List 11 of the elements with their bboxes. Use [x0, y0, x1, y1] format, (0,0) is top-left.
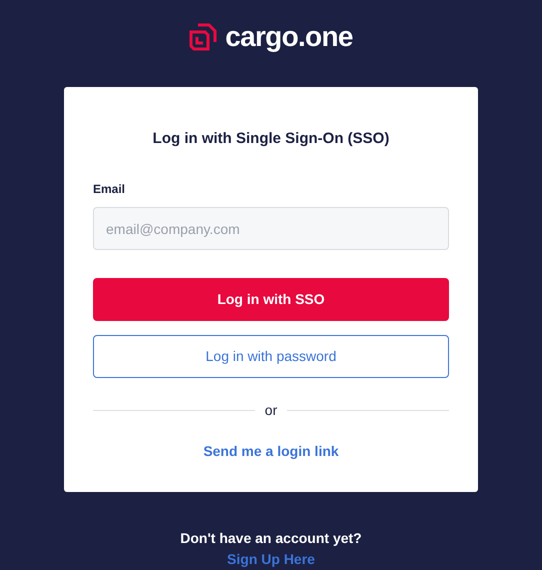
signup-link[interactable]: Sign Up Here — [227, 549, 315, 570]
divider-text: or — [264, 401, 278, 420]
email-label: Email — [93, 181, 126, 198]
card-title: Log in with Single Sign-On (SSO) — [152, 128, 390, 148]
login-link[interactable]: Send me a login link — [203, 441, 339, 462]
logo-text: cargo.one — [225, 22, 353, 51]
password-login-button[interactable]: Log in with password — [93, 335, 449, 378]
email-field[interactable]: email@company.com — [93, 207, 449, 250]
logo-icon — [189, 22, 218, 51]
sso-login-button[interactable]: Log in with SSO — [93, 278, 449, 321]
signup-prompt: Don't have an account yet? — [180, 529, 362, 548]
